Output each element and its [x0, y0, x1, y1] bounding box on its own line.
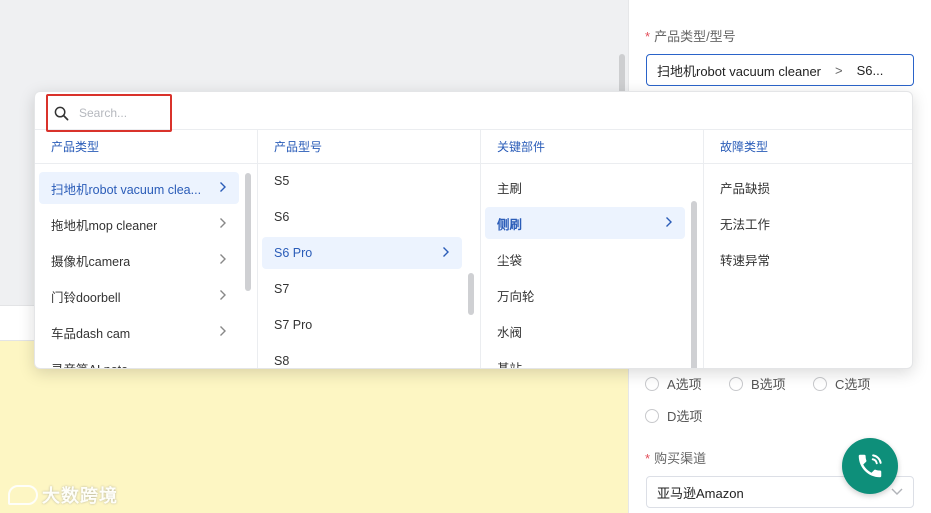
chevron-right-icon	[219, 288, 227, 304]
channel-value: 亚马逊Amazon	[657, 485, 744, 501]
option-label: S6	[274, 210, 290, 224]
chevron-right-icon	[442, 245, 450, 261]
chevron-right-icon	[219, 324, 227, 340]
radio-circle[interactable]	[729, 376, 743, 391]
column-product-type: 产品类型扫地机robot vacuum clea... 拖地机mop cleane…	[35, 130, 258, 369]
option-label: 尘袋	[497, 253, 523, 268]
option-label: 主刷	[497, 181, 523, 196]
cascader-option[interactable]: 主刷	[485, 171, 685, 203]
purchase-channel-label: * 购买渠道	[645, 451, 707, 466]
column-header-product-type: 产品类型	[35, 130, 257, 164]
option-label: S6 Pro	[274, 246, 313, 260]
option-label: 车品dash cam	[51, 326, 131, 341]
required-mark: *	[645, 29, 651, 44]
option-label: 录音笔AI note	[51, 359, 128, 369]
column-header-key-component: 关键部件	[481, 130, 703, 164]
cascader-option[interactable]: 基站	[485, 351, 685, 369]
chevron-right-icon	[219, 252, 227, 268]
radio-option-d[interactable]: D选项	[645, 406, 729, 425]
cascader-option[interactable]: S7	[262, 273, 462, 305]
cascader-option[interactable]: S7 Pro	[262, 309, 462, 341]
dropdown-search-box[interactable]	[46, 94, 172, 132]
column-key-component: 关键部件主刷侧刷尘袋万向轮水阀基站	[481, 130, 704, 369]
option-label: 侧刷	[497, 217, 523, 232]
cascader-option[interactable]: S8	[262, 345, 462, 368]
chevron-down-icon	[891, 485, 903, 499]
phone-call-button[interactable]	[842, 438, 898, 494]
phone-icon	[858, 454, 882, 478]
cascader-option[interactable]: 万向轮	[485, 279, 685, 311]
option-label: S7 Pro	[274, 318, 313, 332]
option-label: 扫地机robot vacuum clea...	[51, 182, 202, 197]
dropdown-search-row	[35, 92, 912, 132]
cascader-option[interactable]: 产品缺损	[708, 171, 896, 203]
radio-circle[interactable]	[645, 376, 659, 391]
option-label: 水阀	[497, 325, 523, 340]
column-scrollbar[interactable]	[468, 273, 474, 315]
option-label: S7	[274, 282, 290, 296]
cascader-dropdown: 产品类型扫地机robot vacuum clea... 拖地机mop cleane…	[34, 91, 913, 369]
cascader-option[interactable]: 转速异常	[708, 243, 896, 275]
chevron-right-icon	[219, 216, 227, 232]
radio-circle[interactable]	[813, 376, 827, 391]
chevron-right-icon	[665, 215, 673, 231]
cascader-option[interactable]: S6	[262, 201, 462, 233]
required-mark: *	[645, 451, 651, 466]
column-fault-type: 故障类型产品缺损无法工作转速异常	[704, 130, 912, 368]
cascader-option[interactable]: 尘袋	[485, 243, 685, 275]
cascader-option[interactable]: 侧刷	[485, 207, 685, 239]
chevron-right-icon	[219, 180, 227, 196]
cascader-option[interactable]: 拖地机mop cleaner	[39, 208, 239, 240]
cascader-option[interactable]: 摄像机camera	[39, 244, 239, 276]
option-label: 门铃doorbell	[51, 290, 121, 305]
cascader-option[interactable]: 水阀	[485, 315, 685, 347]
cascader-option[interactable]: 车品dash cam	[39, 316, 239, 348]
option-label: 拖地机mop cleaner	[51, 218, 158, 233]
product-type-label: * 产品类型/型号	[645, 29, 736, 44]
option-label: 无法工作	[720, 217, 771, 232]
option-label: 摄像机camera	[51, 254, 131, 269]
column-header-product-model: 产品型号	[258, 130, 480, 164]
column-product-model: 产品型号 S5 S6 S6 Pro S7 S7 Pro S8	[258, 130, 481, 368]
search-icon	[54, 106, 69, 120]
radio-circle[interactable]	[645, 408, 659, 423]
watermark-logo-icon	[8, 485, 38, 505]
cascader-option[interactable]: 无法工作	[708, 207, 896, 239]
column-scrollbar[interactable]	[245, 173, 251, 291]
cascader-separator: >	[835, 62, 843, 78]
cascader-option[interactable]: S5	[262, 165, 462, 197]
radio-option-c[interactable]: C选项	[813, 374, 897, 393]
option-label: 转速异常	[720, 253, 771, 268]
radio-group: A选项 B选项 C选项	[645, 374, 897, 393]
watermark: 大数跨境	[8, 482, 118, 508]
column-header-fault-type: 故障类型	[704, 130, 912, 164]
option-label: 基站	[497, 361, 523, 369]
cascader-option[interactable]: 门铃doorbell	[39, 280, 239, 312]
dropdown-search-input[interactable]	[79, 106, 165, 120]
cascader-option[interactable]: 录音笔AI note	[39, 352, 239, 369]
option-label: 万向轮	[497, 289, 535, 304]
radio-option-b[interactable]: B选项	[729, 374, 813, 393]
option-label: 产品缺损	[720, 181, 771, 196]
radio-option-a[interactable]: A选项	[645, 374, 729, 393]
cascader-value-model: S6...	[856, 62, 884, 78]
cascader-value-type: 扫地机robot vacuum cleaner	[657, 63, 822, 79]
column-scrollbar[interactable]	[691, 201, 697, 368]
cascader-option[interactable]: 扫地机robot vacuum clea...	[39, 172, 239, 204]
option-label: S8	[274, 354, 290, 368]
radio-group-row-2: D选项	[645, 406, 729, 425]
product-cascader-input[interactable]: 扫地机robot vacuum cleaner > S6...	[646, 54, 914, 86]
option-label: S5	[274, 174, 290, 188]
cascader-option[interactable]: S6 Pro	[262, 237, 462, 269]
watermark-text: 大数跨境	[42, 486, 118, 506]
